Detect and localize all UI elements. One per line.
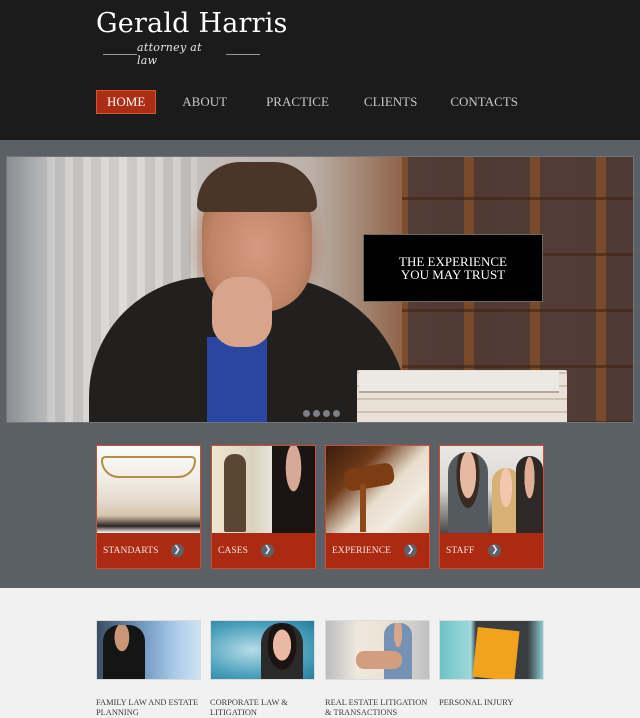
hero-image-hand bbox=[212, 277, 272, 347]
service-thumb-family-law[interactable] bbox=[96, 620, 201, 680]
logo-title[interactable]: Gerald Harris bbox=[96, 8, 288, 39]
service-thumb-real-estate[interactable] bbox=[325, 620, 430, 680]
businesswoman-graphic bbox=[261, 623, 303, 679]
woman-graphic bbox=[272, 446, 315, 533]
businessman-graphic bbox=[103, 625, 145, 679]
hero-image-hair bbox=[197, 162, 317, 212]
logo-subtitle-text: attorney at law bbox=[136, 41, 202, 67]
nav-item-contacts[interactable]: CONTACTS bbox=[440, 90, 528, 114]
card-image-staff bbox=[440, 446, 543, 533]
folder-graphic bbox=[472, 626, 520, 679]
service-title[interactable]: CORPORATE LAW & LITIGATION bbox=[210, 698, 322, 717]
card-footer: STAFF ❯ bbox=[440, 533, 543, 568]
card-label[interactable]: STAFF bbox=[446, 546, 474, 556]
gavel-graphic bbox=[342, 461, 396, 493]
slider-pagination bbox=[303, 410, 340, 417]
service-title-line2: & TRANSACTIONS bbox=[325, 707, 398, 717]
nav-item-practice[interactable]: PRACTICE bbox=[256, 90, 339, 114]
handshake-graphic bbox=[356, 651, 402, 669]
nav-item-clients[interactable]: CLIENTS bbox=[354, 90, 427, 114]
divider-line bbox=[226, 53, 260, 55]
service-thumb-corporate-law[interactable] bbox=[210, 620, 315, 680]
hero-caption-line2: YOU MAY TRUST bbox=[400, 267, 506, 282]
slider-dot[interactable] bbox=[313, 410, 320, 417]
nav-item-about[interactable]: ABOUT bbox=[172, 90, 237, 114]
card-image-standarts bbox=[97, 446, 200, 533]
card-label[interactable]: STANDARTS bbox=[103, 546, 159, 556]
service-title-line1: REAL ESTATE LITIGATION bbox=[325, 698, 428, 707]
justice-statue-graphic bbox=[224, 454, 246, 532]
gavel-handle-graphic bbox=[360, 484, 366, 532]
card-cases[interactable]: CASES ❯ bbox=[211, 445, 316, 569]
card-label[interactable]: EXPERIENCE bbox=[332, 546, 391, 556]
chevron-right-icon[interactable]: ❯ bbox=[261, 544, 275, 557]
site-header: Gerald Harris attorney at law HOME ABOUT… bbox=[0, 0, 640, 140]
service-corporate-law[interactable]: CORPORATE LAW & LITIGATION bbox=[210, 620, 315, 717]
person-graphic bbox=[448, 452, 488, 533]
service-personal-injury[interactable]: PERSONAL INJURY bbox=[439, 620, 544, 707]
card-staff[interactable]: STAFF ❯ bbox=[439, 445, 544, 569]
service-title[interactable]: REAL ESTATE LITIGATION & TRANSACTIONS bbox=[325, 698, 437, 717]
card-experience[interactable]: EXPERIENCE ❯ bbox=[325, 445, 430, 569]
service-title-line2: PLANNING bbox=[96, 707, 139, 717]
person-graphic bbox=[516, 456, 543, 533]
service-title-line1: PERSONAL INJURY bbox=[439, 698, 514, 707]
card-footer: STANDARTS ❯ bbox=[97, 533, 200, 568]
card-footer: EXPERIENCE ❯ bbox=[326, 533, 429, 568]
slider-dot[interactable] bbox=[333, 410, 340, 417]
service-family-law[interactable]: FAMILY LAW AND ESTATE PLANNING bbox=[96, 620, 201, 717]
chevron-right-icon[interactable]: ❯ bbox=[170, 544, 184, 557]
service-real-estate[interactable]: REAL ESTATE LITIGATION & TRANSACTIONS bbox=[325, 620, 430, 717]
service-thumb-personal-injury[interactable] bbox=[439, 620, 544, 680]
service-title-line2: LITIGATION bbox=[210, 707, 257, 717]
card-label[interactable]: CASES bbox=[218, 546, 248, 556]
chevron-right-icon[interactable]: ❯ bbox=[404, 544, 418, 557]
service-title-line1: FAMILY LAW AND ESTATE bbox=[96, 698, 199, 707]
service-title[interactable]: PERSONAL INJURY bbox=[439, 698, 551, 708]
service-title[interactable]: FAMILY LAW AND ESTATE PLANNING bbox=[96, 698, 208, 717]
hero-caption: THE EXPERIENCE YOU MAY TRUST bbox=[363, 234, 543, 302]
nav-item-home[interactable]: HOME bbox=[96, 90, 157, 114]
hero-image-top-book bbox=[359, 371, 559, 393]
card-footer: CASES ❯ bbox=[212, 533, 315, 568]
slider-dot[interactable] bbox=[303, 410, 310, 417]
card-standarts[interactable]: STANDARTS ❯ bbox=[96, 445, 201, 569]
card-image-cases bbox=[212, 446, 315, 533]
logo-subtitle: attorney at law bbox=[103, 41, 260, 67]
slider-dot[interactable] bbox=[323, 410, 330, 417]
service-title-line1: CORPORATE LAW & bbox=[210, 698, 288, 707]
hero-image-robe-trim bbox=[207, 337, 267, 422]
main-nav: HOME ABOUT PRACTICE CLIENTS CONTACTS bbox=[96, 90, 541, 114]
divider-line bbox=[103, 53, 137, 55]
chevron-right-icon[interactable]: ❯ bbox=[488, 544, 502, 557]
card-image-experience bbox=[326, 446, 429, 533]
glasses-graphic bbox=[101, 456, 196, 478]
